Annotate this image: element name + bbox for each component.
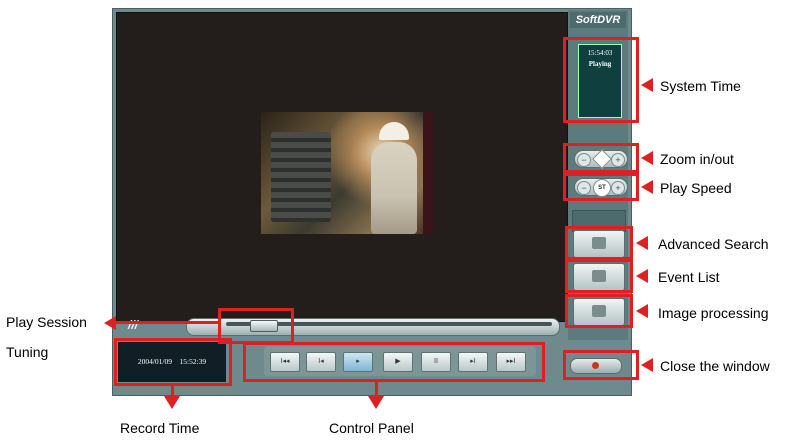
arrow-image-processing: [636, 304, 648, 318]
arrow-line-control: [375, 382, 378, 396]
arrow-system-time: [641, 78, 653, 92]
arrow-event-list: [636, 269, 648, 283]
arrow-session: [104, 316, 116, 330]
label-play-session: Play Session: [6, 314, 87, 330]
label-zoom: Zoom in/out: [660, 151, 734, 167]
arrow-record-time: [164, 396, 180, 409]
arrow-line-record: [171, 386, 174, 396]
speed-highlight: [563, 173, 639, 201]
label-image-processing: Image processing: [658, 305, 769, 321]
advanced-search-highlight: [565, 226, 633, 260]
system-time-highlight: [563, 37, 639, 123]
arrow-control-panel: [368, 396, 384, 409]
arrow-advanced-search: [636, 236, 648, 250]
label-record-time: Record Time: [120, 420, 200, 436]
label-control-panel: Control Panel: [329, 420, 414, 436]
label-event-list: Event List: [658, 269, 720, 285]
image-processing-highlight: [565, 294, 633, 328]
arrow-close-window: [641, 358, 653, 372]
zoom-highlight: [563, 143, 639, 173]
event-list-highlight: [565, 259, 633, 293]
label-tuning: Tuning: [6, 344, 49, 360]
close-window-highlight: [563, 350, 639, 380]
control-panel-highlight: [243, 342, 545, 382]
label-close-window: Close the window: [660, 358, 770, 374]
record-time-highlight: [114, 338, 232, 386]
label-advanced-search: Advanced Search: [658, 236, 769, 252]
brand-logo: SoftDVR: [570, 12, 626, 28]
arrow-speed: [641, 180, 653, 194]
arrow-zoom: [641, 151, 653, 165]
label-system-time: System Time: [660, 78, 741, 94]
video-frame-image: [261, 112, 433, 234]
label-play-speed: Play Speed: [660, 180, 732, 196]
arrow-line-session: [116, 321, 220, 324]
